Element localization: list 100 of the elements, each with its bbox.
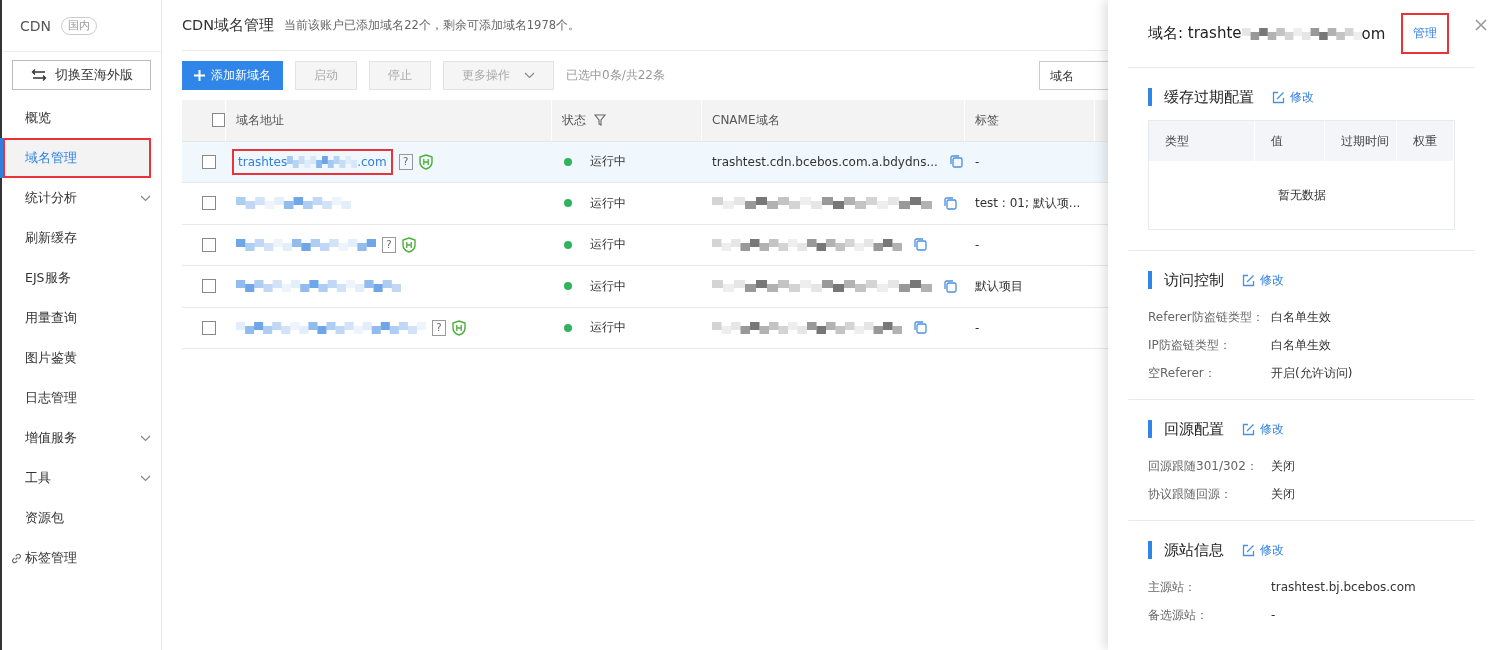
tag-text: test : 01; 默认项... bbox=[975, 194, 1081, 212]
status-text: 运行中 bbox=[590, 277, 626, 295]
nav-item[interactable]: 统计分析 bbox=[0, 178, 161, 218]
shield-icon bbox=[418, 153, 433, 170]
help-icon[interactable]: ? bbox=[398, 153, 413, 170]
row-checkbox[interactable] bbox=[202, 154, 216, 169]
status-text: 运行中 bbox=[590, 194, 626, 212]
chevron-down-icon bbox=[140, 434, 151, 442]
selection-info: 已选中0条/共22条 bbox=[566, 67, 665, 84]
nav-item[interactable]: 工具 bbox=[0, 458, 161, 498]
field-value: 白名单生效 bbox=[1271, 336, 1332, 354]
column-header: CNAME域名 bbox=[712, 111, 780, 129]
swap-arrows-icon bbox=[30, 69, 47, 81]
empty-message: 暂无数据 bbox=[1277, 186, 1326, 204]
cname-text: trashtest.cdn.bcebos.com.a.bdydns... bbox=[712, 154, 938, 169]
nav-label: 资源包 bbox=[25, 509, 64, 527]
help-icon[interactable]: ? bbox=[432, 319, 446, 336]
tag-text: - bbox=[975, 154, 980, 169]
section-title: 访问控制 bbox=[1148, 271, 1224, 289]
column-header: 权重 bbox=[1397, 121, 1454, 161]
add-domain-button[interactable]: 添加新域名 bbox=[182, 61, 283, 90]
status-dot bbox=[564, 323, 572, 332]
field-value: 开启(允许访问) bbox=[1271, 364, 1354, 382]
field-label: IP防盗链类型： bbox=[1148, 336, 1232, 354]
field-label: Referer防盗链类型： bbox=[1148, 308, 1265, 326]
status-dot bbox=[564, 199, 572, 208]
column-header: 值 bbox=[1255, 121, 1325, 161]
switch-region-button[interactable]: 切换至海外版 bbox=[12, 60, 151, 90]
blurred-text-drawing bbox=[287, 155, 358, 168]
nav-item[interactable]: 用量查询 bbox=[0, 298, 161, 338]
row-checkbox[interactable] bbox=[202, 279, 216, 294]
field-label: 回源跟随301/302： bbox=[1148, 457, 1259, 475]
nav-label: 刷新缓存 bbox=[25, 229, 77, 247]
field-label: 主源站： bbox=[1148, 578, 1197, 596]
nav-label: EJS服务 bbox=[25, 269, 71, 287]
edit-link[interactable]: 修改 bbox=[1242, 271, 1284, 289]
shield-icon bbox=[402, 236, 416, 253]
copy-icon bbox=[944, 196, 957, 210]
row-checkbox[interactable] bbox=[202, 237, 216, 252]
field-label: 空Referer： bbox=[1148, 364, 1217, 382]
nav-item[interactable]: 域名管理 bbox=[0, 138, 151, 178]
edit-link[interactable]: 修改 bbox=[1272, 88, 1314, 106]
help-icon[interactable]: ? bbox=[382, 236, 396, 253]
nav-label: 标签管理 bbox=[25, 549, 77, 567]
field-value: 白名单生效 bbox=[1271, 308, 1332, 326]
status-text: 运行中 bbox=[590, 319, 626, 337]
drawer-title: 域名: trashte om bbox=[1148, 24, 1386, 43]
copy-icon bbox=[944, 279, 957, 293]
field-value: trashtest.bj.bcebos.com bbox=[1271, 580, 1417, 594]
tag-text: - bbox=[975, 320, 980, 335]
field-value: - bbox=[1271, 608, 1277, 622]
tag-text: 默认项目 bbox=[975, 277, 1023, 295]
nav-item[interactable]: 增值服务 bbox=[0, 418, 161, 458]
copy-icon bbox=[914, 238, 927, 252]
nav-label: 概览 bbox=[25, 109, 51, 127]
column-header: 类型 bbox=[1149, 121, 1255, 161]
nav-label: 工具 bbox=[25, 469, 51, 487]
nav-label: 日志管理 bbox=[25, 389, 77, 407]
nav-label: 统计分析 bbox=[25, 189, 77, 207]
edit-icon bbox=[1242, 273, 1255, 287]
nav-item[interactable]: EJS服务 bbox=[0, 258, 161, 298]
product-name: CDN bbox=[20, 17, 52, 34]
chevron-down-icon bbox=[140, 194, 151, 202]
nav-item[interactable]: 概览 bbox=[0, 98, 161, 138]
edit-link[interactable]: 修改 bbox=[1242, 420, 1284, 438]
tag-text: - bbox=[975, 237, 980, 252]
nav-item[interactable]: 日志管理 bbox=[0, 378, 161, 418]
filter-icon[interactable] bbox=[594, 114, 606, 127]
chevron-down-icon bbox=[140, 474, 151, 482]
plus-icon bbox=[194, 70, 205, 81]
status-dot bbox=[564, 282, 572, 291]
nav-label: 用量查询 bbox=[25, 309, 77, 327]
edit-icon bbox=[1272, 90, 1285, 104]
chevron-down-icon bbox=[524, 72, 535, 79]
nav-label: 域名管理 bbox=[25, 149, 77, 167]
nav-item[interactable]: 图片鉴黄 bbox=[0, 338, 161, 378]
row-checkbox[interactable] bbox=[202, 320, 216, 335]
nav-item[interactable]: 标签管理 bbox=[0, 538, 161, 578]
section-title: 缓存过期配置 bbox=[1148, 88, 1254, 106]
link-icon bbox=[11, 552, 22, 564]
field-label: 协议跟随回源： bbox=[1148, 485, 1233, 503]
column-header: 过期时间 bbox=[1325, 121, 1397, 161]
manage-link[interactable]: 管理 bbox=[1401, 13, 1450, 54]
field-value: 关闭 bbox=[1271, 457, 1296, 475]
edit-icon bbox=[1242, 543, 1255, 557]
field-value: 关闭 bbox=[1271, 485, 1296, 503]
page-title: CDN域名管理 bbox=[182, 15, 275, 35]
edit-link[interactable]: 修改 bbox=[1242, 541, 1284, 559]
select-all-checkbox[interactable] bbox=[212, 113, 225, 128]
nav-item[interactable]: 刷新缓存 bbox=[0, 218, 161, 258]
nav-item[interactable]: 资源包 bbox=[0, 498, 161, 538]
shield-icon bbox=[452, 319, 466, 336]
page-subtitle: 当前该账户已添加域名22个，剩余可添加域名1978个。 bbox=[284, 17, 581, 33]
domain-link[interactable]: trashtes .com bbox=[232, 148, 393, 175]
section-title: 源站信息 bbox=[1148, 541, 1224, 559]
nav-label: 图片鉴黄 bbox=[25, 349, 77, 367]
copy-icon bbox=[914, 321, 927, 335]
row-checkbox[interactable] bbox=[202, 196, 216, 211]
section-title: 回源配置 bbox=[1148, 420, 1224, 438]
close-icon[interactable] bbox=[1475, 19, 1487, 31]
